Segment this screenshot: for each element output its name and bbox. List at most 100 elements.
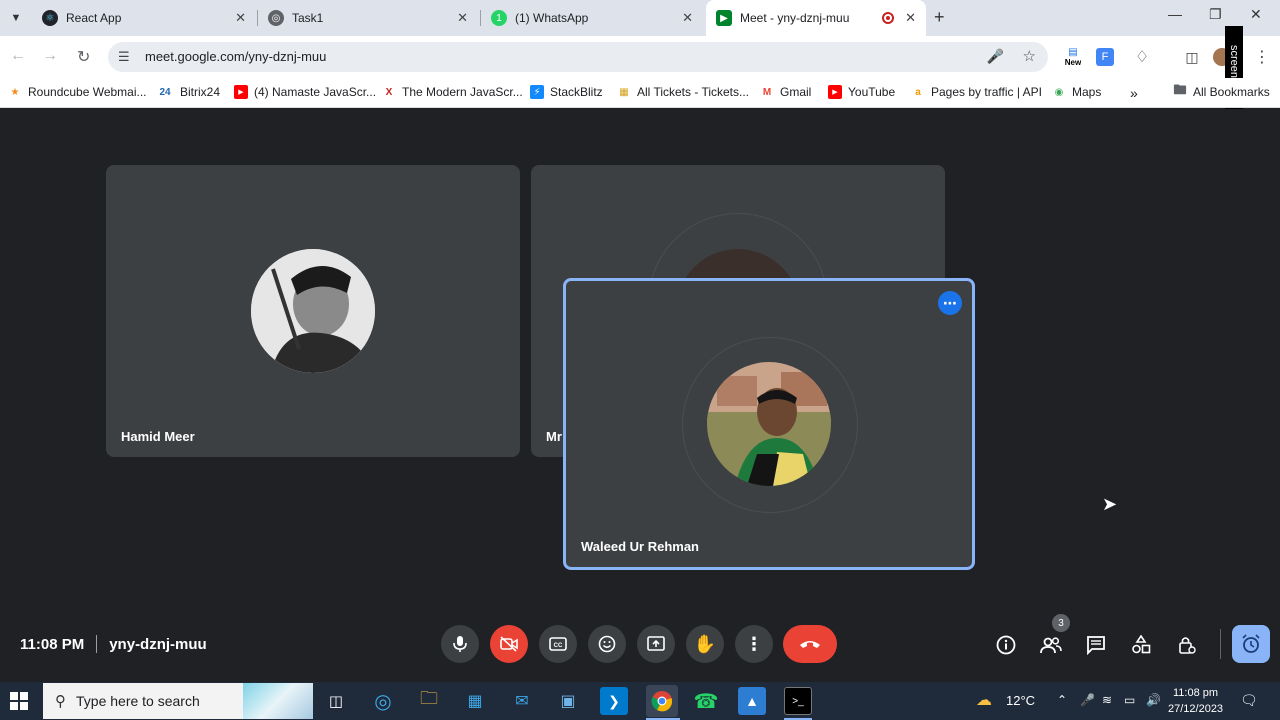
voice-search-icon[interactable]: 🎤 [987, 48, 1004, 65]
file-explorer-icon[interactable]: 🗀 [415, 687, 443, 715]
window-close-icon[interactable]: ✕ [1250, 6, 1262, 23]
roundcube-icon: ★ [10, 86, 20, 98]
vscode-icon[interactable]: ❯ [600, 687, 628, 715]
avatar [251, 249, 375, 373]
tab-strip: ▼ ⚛ React App ✕ ◎ Task1 ✕ 1 (1) WhatsApp… [0, 0, 1280, 36]
volume-icon[interactable]: 🔊 [1146, 693, 1161, 707]
edge-icon[interactable]: ◎ [369, 687, 397, 715]
mail-icon[interactable]: ✉ [508, 687, 536, 715]
bookmark-star-icon[interactable]: ☆ [1023, 47, 1036, 65]
browser-menu-icon[interactable]: ⋮ [1254, 47, 1270, 67]
participant-tile-hamid[interactable]: Hamid Meer [106, 165, 520, 457]
bookmark-maps[interactable]: ◉ Maps [1052, 85, 1102, 99]
weather-icon[interactable]: ☁ [976, 690, 992, 710]
system-clock[interactable]: 11:08 pm 27/12/2023 [1168, 685, 1223, 717]
shapes-icon [1132, 635, 1151, 654]
minimize-icon[interactable]: — [1168, 6, 1182, 22]
more-options-icon[interactable]: ⋯ [938, 291, 962, 315]
toolbar: ← → ↻ ☰ meet.google.com/yny-dznj-muu 🎤 ☆ [0, 36, 1280, 78]
tab-task1[interactable]: ◎ Task1 ✕ [258, 0, 478, 36]
youtube-icon: ▶ [828, 85, 842, 99]
present-screen-button[interactable] [637, 625, 675, 663]
tickets-icon: ▦ [619, 86, 629, 98]
new-tab-button[interactable]: + [934, 7, 945, 28]
more-bookmarks-chevron-icon[interactable]: » [1130, 85, 1138, 101]
back-icon[interactable]: ← [10, 47, 26, 65]
url-text[interactable]: meet.google.com/yny-dznj-muu [145, 49, 326, 64]
stackblitz-icon: ⚡ [530, 85, 544, 99]
extension-new-icon[interactable]: ▤ New [1062, 46, 1084, 68]
camera-off-button[interactable] [490, 625, 528, 663]
close-icon[interactable]: ✕ [682, 10, 693, 26]
weather-temp[interactable]: 12°C [1006, 693, 1035, 708]
clock-date: 27/12/2023 [1168, 703, 1224, 715]
bookmark-pages-by-traffic[interactable]: a Pages by traffic | API [911, 85, 1042, 99]
network-icon[interactable]: ≋ [1102, 693, 1112, 707]
leave-call-button[interactable] [783, 625, 837, 663]
participant-tile-waleed[interactable]: ⋯ Waleed Ur Rehman [563, 278, 975, 570]
bookmark-gmail[interactable]: M Gmail [760, 85, 812, 99]
address-bar[interactable]: ☰ meet.google.com/yny-dznj-muu 🎤 ☆ [108, 42, 1048, 72]
person-icon: Χ [385, 86, 393, 98]
whatsapp-icon[interactable]: ☎ [692, 687, 720, 715]
more-options-button[interactable]: ⋮ [735, 625, 773, 663]
search-highlight-image [243, 683, 313, 719]
host-controls-button[interactable] [1175, 633, 1199, 657]
all-bookmarks-folder[interactable]: 🖿 All Bookmarks [1173, 82, 1269, 99]
windows-start-icon[interactable] [10, 692, 28, 710]
task-view-icon[interactable]: ◫ [322, 687, 350, 715]
bookmark-roundcube[interactable]: ★ Roundcube Webmai... [8, 85, 147, 99]
tab-title: (1) WhatsApp [515, 11, 589, 25]
search-placeholder: Type here to search [76, 693, 200, 709]
store-icon[interactable]: ▦ [461, 687, 489, 715]
extensions-puzzle-icon[interactable]: ♢ [1131, 46, 1153, 68]
close-icon[interactable]: ✕ [905, 10, 916, 26]
tab-search-chevron-icon[interactable]: ▼ [6, 8, 26, 28]
svg-text:CC: CC [554, 643, 563, 649]
whatsapp-icon: 1 [491, 10, 507, 26]
app-icon[interactable]: ▣ [554, 687, 582, 715]
people-button[interactable] [1039, 633, 1063, 657]
meeting-details-button[interactable] [994, 633, 1018, 657]
reload-icon[interactable]: ↻ [77, 47, 90, 67]
controls-divider [1220, 629, 1221, 659]
tab-whatsapp[interactable]: 1 (1) WhatsApp ✕ [481, 0, 703, 36]
tray-mic-icon[interactable]: 🎤 [1080, 693, 1095, 707]
forward-icon[interactable]: → [42, 47, 58, 65]
bookmark-modern-js[interactable]: Χ The Modern JavaScr... [382, 85, 523, 99]
gmail-icon: M [762, 86, 772, 98]
bookmark-bitrix24[interactable]: 24 Bitrix24 [156, 85, 220, 99]
camera-off-icon [500, 636, 518, 652]
tab-title: Meet - yny-dznj-muu [740, 11, 850, 25]
bookmark-all-tickets[interactable]: ▦ All Tickets - Tickets... [617, 85, 749, 99]
chrome-icon[interactable] [646, 685, 678, 717]
battery-icon[interactable]: ▭ [1124, 693, 1135, 707]
tab-meet[interactable]: ▶ Meet - yny-dznj-muu ✕ [706, 0, 926, 36]
timer-button[interactable] [1232, 625, 1270, 663]
close-icon[interactable]: ✕ [235, 10, 246, 26]
chat-button[interactable] [1084, 633, 1108, 657]
site-info-icon[interactable]: ☰ [118, 49, 130, 65]
extension-f-icon[interactable]: F [1096, 48, 1114, 66]
side-panel-icon[interactable]: ◫ [1181, 46, 1203, 68]
tab-react-app[interactable]: ⚛ React App ✕ [32, 0, 256, 36]
microphone-button[interactable] [441, 625, 479, 663]
present-screen-icon [647, 636, 665, 651]
bookmark-stackblitz[interactable]: ⚡ StackBlitz [530, 85, 603, 99]
tray-chevron-icon[interactable]: ⌃ [1057, 693, 1067, 707]
activities-button[interactable] [1129, 633, 1153, 657]
taskbar-search[interactable]: ⚲ Type here to search [43, 683, 313, 719]
restore-icon[interactable]: ❐ [1209, 6, 1222, 23]
bookmark-youtube[interactable]: ▶ YouTube [828, 85, 895, 99]
reactions-button[interactable] [588, 625, 626, 663]
photos-icon[interactable]: ▲ [738, 687, 766, 715]
raise-hand-button[interactable]: ✋ [686, 625, 724, 663]
meeting-time: 11:08 PM [20, 635, 85, 653]
notifications-icon[interactable]: 🗨 [1240, 692, 1258, 709]
captions-button[interactable]: CC [539, 625, 577, 663]
tab-title: Task1 [292, 11, 324, 25]
terminal-icon[interactable]: >_ [784, 687, 812, 715]
close-icon[interactable]: ✕ [457, 10, 468, 26]
microphone-icon [453, 636, 467, 652]
bookmark-namaste-js[interactable]: ▶ (4) Namaste JavaScr... [234, 85, 376, 99]
